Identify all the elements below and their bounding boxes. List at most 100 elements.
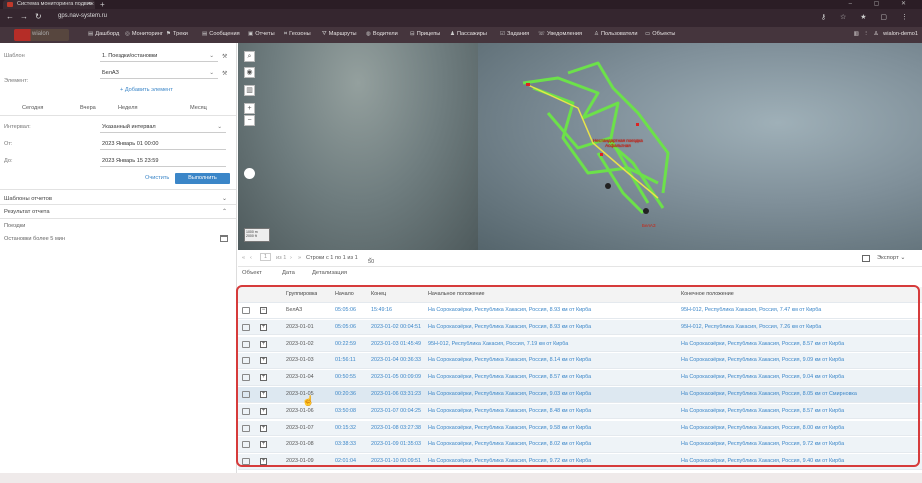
from-field[interactable]: 2023 Январь 01 00:00 <box>100 138 226 150</box>
per-page-select[interactable]: 50 ⌄ <box>368 255 374 265</box>
print-icon[interactable] <box>862 255 870 262</box>
next-page-icon[interactable]: › <box>290 255 292 261</box>
table-pager: « ‹ 1 из 1 › » Строки с 1 по 1 из 1 50 ⌄ <box>238 251 922 267</box>
favicon-icon <box>7 2 13 7</box>
bottom-scrollbar[interactable] <box>0 473 922 483</box>
layers-icon[interactable]: ▥ <box>244 85 255 96</box>
menu-notifications[interactable]: ☏ Уведомления <box>538 31 582 37</box>
chevron-up-icon[interactable]: ⌃ <box>222 208 227 215</box>
chevron-down-icon: ⌄ <box>217 124 222 130</box>
calendar-icon[interactable] <box>220 235 228 242</box>
result-section[interactable]: Результат отчета <box>4 209 50 215</box>
menu-passengers[interactable]: ♟ Пассажиры <box>450 31 487 37</box>
unit-marker-icon <box>605 183 611 189</box>
wrench-icon[interactable]: ⚒ <box>222 70 227 77</box>
back-icon[interactable]: ← <box>6 12 14 21</box>
track-overlay <box>522 61 670 215</box>
export-button[interactable]: Экспорт ⌄ <box>877 255 905 261</box>
tab-detail[interactable]: Детализация <box>312 270 347 276</box>
menu-trailers[interactable]: ⊟ Прицепы <box>410 31 440 37</box>
new-tab-button[interactable]: + <box>100 0 105 9</box>
period-yesterday[interactable]: Вчера <box>80 105 96 111</box>
map-scale: 1000 m 2000 ft <box>244 228 270 242</box>
menu-tasks[interactable]: ☑ Задания <box>500 31 529 37</box>
user-icon: ♙ <box>873 31 879 37</box>
menu-objects[interactable]: ▭ Объекты <box>645 31 675 37</box>
apps-icon[interactable]: ▥ ⋮ <box>854 31 869 37</box>
to-field[interactable]: 2023 Январь 15 23:59 <box>100 155 226 167</box>
grouping-tabs: Объект Дата Детализация <box>238 267 922 282</box>
routes-icon: ⛛ <box>322 31 327 37</box>
messages-icon: ▤ <box>202 31 208 37</box>
dashboard-icon: ▤ <box>88 31 94 37</box>
template-select[interactable]: 1. Поездки/остановки ⌄ <box>100 50 218 62</box>
menu-routes[interactable]: ⛛ Маршруты <box>322 31 357 38</box>
last-page-icon[interactable]: » <box>298 255 301 261</box>
browser-tab-bar: Система мониторинга подвиж × + – ▢ ✕ <box>0 0 922 9</box>
menu-dashboard[interactable]: ▤ Дашборд <box>88 31 119 37</box>
execute-button[interactable]: Выполнить <box>175 173 230 184</box>
clear-button[interactable]: Очистить <box>145 175 169 181</box>
menu-monitoring[interactable]: ◎ Мониторинг <box>125 31 163 37</box>
menu-messages[interactable]: ▤ Сообщения <box>202 31 240 37</box>
period-month[interactable]: Месяц <box>190 105 207 111</box>
divider <box>0 204 236 205</box>
tab-title: Система мониторинга подвиж <box>17 1 94 7</box>
menu-reports[interactable]: ▣ Отчеты <box>248 31 275 37</box>
element-label: Элемент: <box>4 78 29 84</box>
element-select[interactable]: БелАЗ ⌄ <box>100 67 218 79</box>
map-toggle-icon[interactable] <box>244 168 255 179</box>
users-icon: ♙ <box>594 31 600 37</box>
to-label: До: <box>4 158 13 164</box>
from-label: От: <box>4 141 13 147</box>
trailers-icon: ⊟ <box>410 31 415 37</box>
url-field[interactable]: gps.nav-system.ru <box>58 13 107 19</box>
add-element-link[interactable]: + Добавить элемент <box>120 87 173 93</box>
page-input[interactable]: 1 <box>260 253 272 261</box>
divider <box>0 218 236 219</box>
period-today[interactable]: Сегодня <box>22 105 43 111</box>
interval-select[interactable]: Указанный интервал ⌄ <box>100 121 226 133</box>
tasks-icon: ☑ <box>500 31 506 37</box>
report-panel: Шаблон 1. Поездки/остановки ⌄ ⚒ Элемент: … <box>0 43 237 483</box>
menu-tracks[interactable]: ⚑ Треки <box>166 31 188 37</box>
prev-page-icon[interactable]: ‹ <box>250 255 252 261</box>
tab-date[interactable]: Дата <box>282 270 295 276</box>
zoom-search-icon[interactable]: ⌕ <box>244 51 255 62</box>
zoom-in-button[interactable]: + <box>244 103 255 114</box>
chevron-down-icon: ⌄ <box>209 53 214 59</box>
divider <box>0 115 236 116</box>
objects-icon: ▭ <box>645 31 651 37</box>
templates-section[interactable]: Шаблоны отчетов <box>4 196 52 202</box>
tab-object[interactable]: Объект <box>242 270 262 276</box>
period-week[interactable]: Неделя <box>118 105 138 111</box>
menu-drivers[interactable]: ◍ Водители <box>366 31 398 37</box>
browser-toolbar-icons[interactable]: ⚷ ☆ ★ ▢ ⋮ <box>821 13 914 21</box>
passengers-icon: ♟ <box>450 31 456 37</box>
highlight-frame <box>236 285 920 467</box>
browser-tab[interactable]: Система мониторинга подвиж × <box>3 0 95 9</box>
reload-icon[interactable]: ↻ <box>35 12 42 21</box>
locate-icon[interactable]: ◉ <box>244 67 255 78</box>
result-item-trips[interactable]: Поездки <box>4 223 25 229</box>
first-page-icon[interactable]: « <box>242 255 245 261</box>
zoom-out-button[interactable]: − <box>244 115 255 126</box>
geofences-icon: ⌗ <box>284 31 288 37</box>
forward-icon[interactable]: → <box>20 12 28 21</box>
wrench-icon[interactable]: ⚒ <box>222 53 227 60</box>
result-item-stops[interactable]: Остановки более 5 мин <box>4 236 65 242</box>
window-controls[interactable]: – ▢ ✕ <box>849 0 916 9</box>
wialon-logo[interactable]: wialon <box>14 29 69 41</box>
unit-marker-icon <box>643 208 649 214</box>
menu-geofences[interactable]: ⌗ Геозоны <box>284 31 311 38</box>
user-area[interactable]: ▥ ⋮ ♙ wialon-demo1 <box>854 31 918 37</box>
map-view[interactable]: Нестандартная поездка Асфальтная БелАЗ ⌕ … <box>238 43 922 250</box>
logo-text: wialon <box>32 31 50 37</box>
username[interactable]: wialon-demo1 <box>883 31 918 37</box>
mouse-cursor-icon: ☝ <box>302 396 315 407</box>
unit-name-label: БелАЗ <box>642 223 656 228</box>
chevron-down-icon[interactable]: ⌄ <box>222 195 227 202</box>
menu-users[interactable]: ♙ Пользователи <box>594 31 638 37</box>
close-tab-icon[interactable]: × <box>88 0 91 9</box>
drivers-icon: ◍ <box>366 31 371 37</box>
